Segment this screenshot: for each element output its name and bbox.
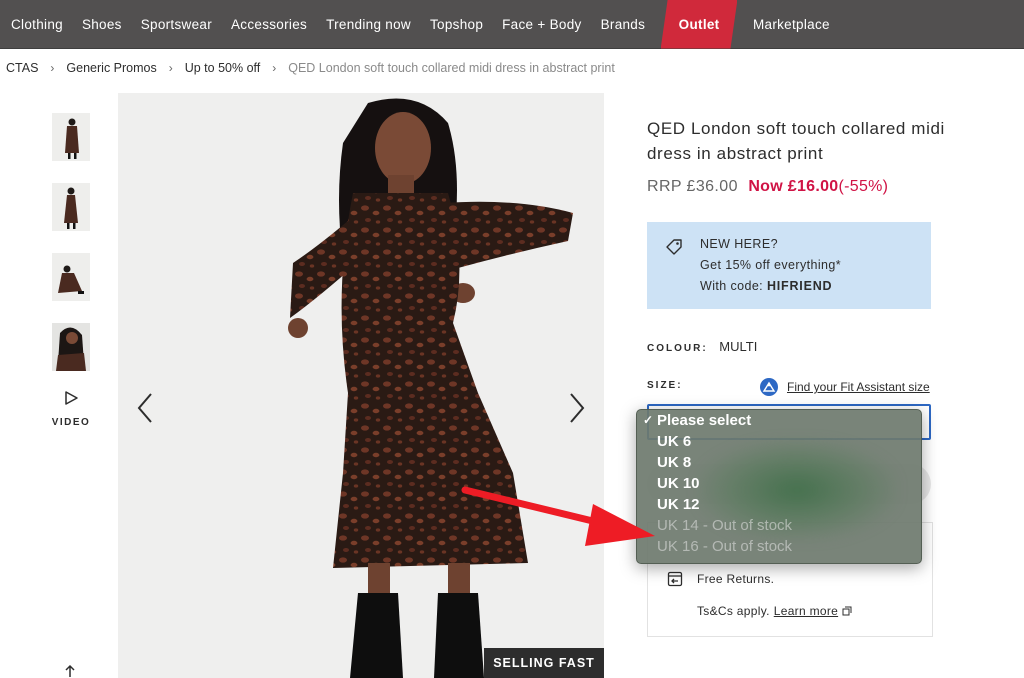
price-block: RRP £36.00 Now £16.00(-55%) — [647, 178, 888, 196]
breadcrumb-separator: › — [168, 61, 173, 75]
breadcrumb-separator: › — [272, 61, 277, 75]
fit-assistant-text: Find your Fit Assistant size — [787, 380, 930, 394]
discount-percentage: (-55%) — [838, 178, 889, 195]
check-icon: ✓ — [643, 413, 654, 427]
nav-item-shoes[interactable]: Shoes — [72, 0, 131, 49]
promo-code-line: With code: HIFRIEND — [700, 276, 841, 297]
breadcrumb-ctas[interactable]: CTAS — [6, 61, 38, 75]
promo-heading: NEW HERE? — [700, 237, 778, 251]
product-main-image[interactable]: SELLING FAST — [118, 93, 604, 678]
nav-item-topshop[interactable]: Topshop — [420, 0, 492, 49]
nav-item-trending-now[interactable]: Trending now — [317, 0, 421, 49]
promo-code: HIFRIEND — [766, 279, 833, 293]
external-link-icon[interactable] — [842, 606, 852, 616]
promo-offer: Get 15% off everything* — [700, 258, 841, 272]
promo-text: NEW HERE? Get 15% off everything* With c… — [700, 234, 841, 297]
sale-price: Now £16.00 — [748, 178, 839, 195]
share-icon[interactable] — [62, 664, 78, 678]
next-image-arrow-icon[interactable] — [569, 392, 585, 424]
nav-item-face-body[interactable]: Face + Body — [493, 0, 591, 49]
free-returns-text: Free Returns. — [697, 572, 775, 586]
fit-assistant-icon — [760, 378, 778, 396]
size-dropdown-menu: ✓ Please select UK 6 UK 8 UK 10 UK 12 UK … — [636, 409, 922, 564]
breadcrumb-current: QED London soft touch collared midi dres… — [288, 61, 615, 75]
nav-item-clothing[interactable]: Clothing — [0, 0, 72, 49]
size-option-uk-10[interactable]: UK 10 — [637, 473, 921, 494]
prev-image-arrow-icon[interactable] — [137, 392, 153, 424]
colour-label: COLOUR: — [647, 343, 708, 354]
terms-line: Ts&Cs apply. Learn more — [697, 604, 852, 618]
new-customer-promo-banner: NEW HERE? Get 15% off everything* With c… — [647, 222, 931, 309]
breadcrumb: CTAS › Generic Promos › Up to 50% off › … — [6, 61, 615, 75]
thumbnail-4[interactable] — [52, 323, 90, 371]
play-icon — [65, 391, 78, 405]
size-label: SIZE: — [647, 380, 683, 391]
nav-item-outlet[interactable]: Outlet — [661, 0, 738, 49]
size-option-please-select[interactable]: ✓ Please select — [637, 410, 921, 431]
nav-item-sportswear[interactable]: Sportswear — [131, 0, 221, 49]
selling-fast-badge: SELLING FAST — [484, 648, 604, 678]
nav-item-brands[interactable]: Brands — [591, 0, 655, 49]
annotation-arrow-icon — [461, 486, 655, 546]
thumbnail-3[interactable] — [52, 253, 90, 301]
promo-code-prefix: With code: — [700, 279, 767, 293]
video-label: VIDEO — [51, 417, 91, 428]
size-option-uk-14: UK 14 - Out of stock — [657, 517, 793, 534]
breadcrumb-separator: › — [50, 61, 55, 75]
tag-icon — [666, 239, 682, 255]
returns-icon — [667, 571, 683, 587]
learn-more-link[interactable]: Learn more — [774, 604, 838, 618]
breadcrumb-generic-promos[interactable]: Generic Promos — [66, 61, 156, 75]
nav-item-accessories[interactable]: Accessories — [222, 0, 317, 49]
video-button[interactable]: VIDEO — [48, 390, 94, 428]
size-option-uk-12[interactable]: UK 12 — [637, 494, 921, 515]
colour-value: MULTI — [719, 339, 758, 354]
fit-assistant-link[interactable]: Find your Fit Assistant size — [760, 378, 930, 396]
rrp-price: RRP £36.00 — [647, 178, 738, 195]
product-title: QED London soft touch collared midi dres… — [647, 119, 945, 163]
nav-item-marketplace[interactable]: Marketplace — [743, 0, 839, 49]
size-option-label: Please select — [657, 412, 752, 429]
colour-row: COLOUR: MULTI — [647, 339, 757, 354]
top-navigation: Clothing Shoes Sportswear Accessories Tr… — [0, 0, 1024, 49]
size-option-uk-16: UK 16 - Out of stock — [657, 538, 793, 555]
size-option-uk-8[interactable]: UK 8 — [637, 452, 921, 473]
size-option-uk-6[interactable]: UK 6 — [637, 431, 921, 452]
breadcrumb-up-to-50-off[interactable]: Up to 50% off — [185, 61, 261, 75]
model-photo — [118, 93, 604, 678]
terms-text: Ts&Cs apply. — [697, 604, 770, 618]
thumbnail-1[interactable] — [52, 113, 90, 161]
thumbnail-2[interactable] — [52, 183, 90, 231]
